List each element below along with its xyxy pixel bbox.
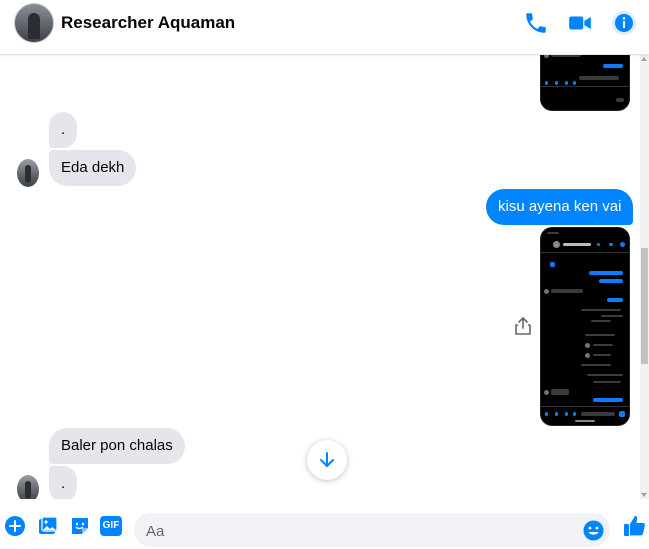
message-text: . bbox=[61, 475, 66, 492]
incoming-message[interactable]: . bbox=[49, 112, 78, 148]
gif-icon[interactable]: GIF bbox=[100, 516, 122, 536]
message-list[interactable]: . Eda dekh kisu ayena ken vai Baler pon … bbox=[0, 55, 649, 499]
video-camera-icon[interactable] bbox=[567, 10, 593, 36]
contact-avatar-small[interactable] bbox=[17, 475, 39, 499]
phone-icon[interactable] bbox=[523, 10, 549, 36]
contact-name[interactable]: Researcher Aquaman bbox=[61, 13, 235, 33]
thumbs-up-icon[interactable] bbox=[623, 514, 647, 538]
scroll-up-arrow[interactable] bbox=[641, 57, 647, 61]
message-text: kisu ayena ken vai bbox=[498, 198, 622, 215]
contact-avatar-small[interactable] bbox=[17, 159, 39, 187]
incoming-message[interactable]: Eda dekh bbox=[49, 150, 137, 186]
incoming-message[interactable]: . bbox=[49, 466, 78, 499]
scroll-down-arrow[interactable] bbox=[641, 493, 647, 497]
arrow-down-icon bbox=[320, 452, 334, 467]
plus-icon[interactable] bbox=[4, 515, 26, 537]
conversation-header: Researcher Aquaman bbox=[0, 0, 649, 55]
info-icon[interactable] bbox=[611, 10, 637, 36]
sticker-icon[interactable] bbox=[69, 515, 91, 537]
scrollbar-thumb[interactable] bbox=[641, 248, 648, 364]
message-text: Baler pon chalas bbox=[61, 437, 173, 454]
image-attachment[interactable] bbox=[540, 55, 630, 111]
incoming-message[interactable]: Baler pon chalas bbox=[49, 428, 185, 464]
emoji-icon[interactable] bbox=[583, 520, 604, 541]
image-attachment[interactable] bbox=[540, 227, 630, 426]
message-text: . bbox=[61, 121, 66, 138]
message-text: Eda dekh bbox=[61, 159, 125, 176]
image-icon[interactable] bbox=[37, 515, 59, 537]
contact-avatar[interactable] bbox=[14, 3, 54, 43]
share-icon[interactable] bbox=[514, 316, 532, 336]
message-input-wrapper bbox=[134, 513, 610, 549]
scroll-to-bottom-button[interactable] bbox=[307, 440, 347, 480]
message-input[interactable] bbox=[144, 513, 578, 549]
outgoing-message[interactable]: kisu ayena ken vai bbox=[486, 189, 634, 225]
scrollbar[interactable] bbox=[640, 55, 649, 499]
message-composer: GIF bbox=[0, 505, 649, 549]
